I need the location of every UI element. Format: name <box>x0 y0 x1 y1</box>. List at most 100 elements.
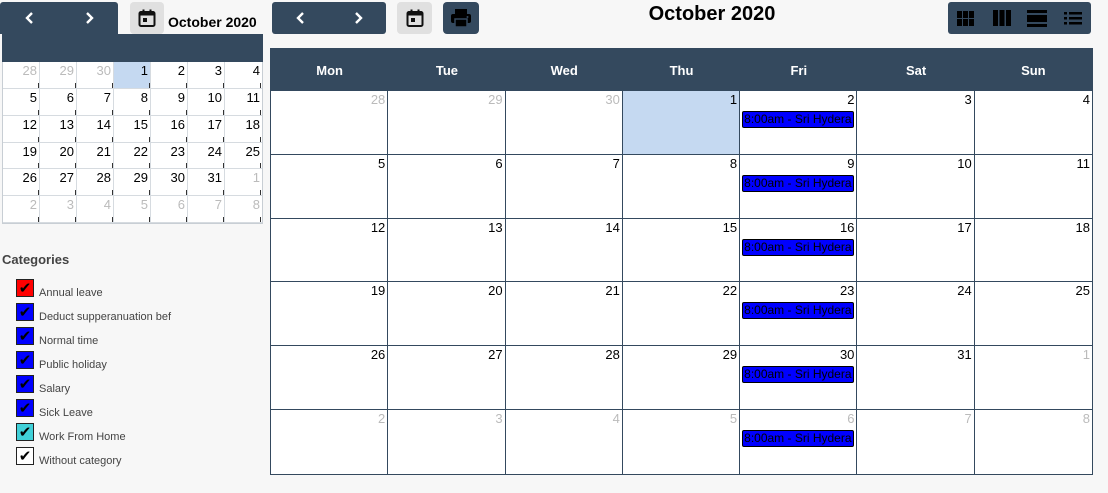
mini-day-cell[interactable]: 31 <box>188 169 225 197</box>
day-cell[interactable]: 16 8:00am - Sri Hydera <box>740 218 858 283</box>
day-cell[interactable]: 17 <box>857 218 975 283</box>
day-cell[interactable]: 5 <box>623 410 741 474</box>
day-cell[interactable]: 18 <box>974 219 1092 283</box>
mini-day-cell[interactable]: 5 <box>114 196 151 223</box>
category-item[interactable]: ✔ Annual leave <box>16 279 171 303</box>
print-button[interactable] <box>443 2 479 34</box>
mini-day-cell[interactable]: 13 <box>40 115 77 143</box>
day-cell[interactable]: 28 <box>271 91 389 155</box>
mini-day-cell[interactable]: 8 <box>225 196 262 223</box>
mini-day-cell[interactable]: 17 <box>188 115 225 143</box>
day-cell[interactable]: 2 <box>271 410 389 474</box>
mini-day-cell[interactable]: 21 <box>77 142 114 170</box>
day-cell[interactable]: 7 <box>857 410 975 474</box>
day-cell[interactable]: 15 <box>622 218 741 283</box>
day-cell[interactable]: 22 <box>622 282 741 347</box>
mini-day-cell[interactable]: 6 <box>151 196 188 223</box>
day-cell[interactable]: 7 <box>505 154 623 219</box>
day-cell[interactable]: 26 <box>271 346 389 411</box>
day-cell[interactable]: 30 8:00am - Sri Hydera <box>740 346 858 411</box>
day-cell[interactable]: 20 <box>388 282 506 347</box>
day-cell[interactable]: 24 <box>857 282 975 347</box>
mini-day-cell[interactable]: 3 <box>188 62 225 89</box>
today-button[interactable] <box>397 2 432 34</box>
day-cell[interactable]: 6 8:00am - Sri Hydera <box>740 410 858 474</box>
day-cell[interactable]: 25 <box>974 282 1092 347</box>
next-month-button[interactable] <box>329 2 386 34</box>
day-cell[interactable]: 21 <box>505 282 623 347</box>
mini-day-cell[interactable]: 15 <box>114 115 151 143</box>
day-cell[interactable]: 23 8:00am - Sri Hydera <box>740 282 858 347</box>
mini-day-cell[interactable]: 20 <box>40 142 77 170</box>
day-cell[interactable]: 4 <box>974 91 1092 155</box>
day-cell[interactable]: 9 8:00am - Sri Hydera <box>740 154 858 219</box>
mini-day-cell[interactable]: 28 <box>77 169 114 197</box>
day-cell[interactable]: 3 <box>857 91 975 155</box>
category-checkbox[interactable]: ✔ <box>16 351 34 369</box>
category-item[interactable]: ✔ Work From Home <box>16 423 171 447</box>
day-cell[interactable]: 6 <box>388 154 506 219</box>
day-cell[interactable]: 28 <box>505 346 623 411</box>
mini-day-cell[interactable]: 3 <box>40 196 77 223</box>
category-checkbox[interactable]: ✔ <box>16 279 34 297</box>
day-cell[interactable]: 8 <box>975 410 1092 474</box>
mini-day-cell[interactable]: 23 <box>151 142 188 170</box>
mini-day-cell[interactable]: 29 <box>40 62 77 89</box>
mini-day-cell[interactable]: 1 <box>225 169 262 197</box>
mini-day-cell[interactable]: 4 <box>77 196 114 223</box>
mini-day-cell[interactable]: 6 <box>40 88 77 116</box>
mini-day-cell[interactable]: 9 <box>151 88 188 116</box>
mini-day-cell[interactable]: 10 <box>188 88 225 116</box>
mini-day-cell[interactable]: 25 <box>225 143 262 170</box>
day-cell[interactable]: 11 <box>974 155 1092 219</box>
day-cell[interactable]: 4 <box>506 410 623 474</box>
category-checkbox[interactable]: ✔ <box>16 447 34 465</box>
day-cell[interactable]: 1 <box>974 346 1092 411</box>
day-cell[interactable]: 10 <box>857 154 975 219</box>
category-item[interactable]: ✔ Sick Leave <box>16 399 171 423</box>
mini-day-cell[interactable]: 29 <box>114 169 151 197</box>
day-cell[interactable]: 12 <box>271 218 389 283</box>
mini-day-cell[interactable]: 24 <box>188 142 225 170</box>
mini-day-cell[interactable]: 27 <box>40 169 77 197</box>
mini-day-cell[interactable]: 8 <box>114 88 151 116</box>
calendar-event[interactable]: 8:00am - Sri Hydera <box>742 238 855 256</box>
day-cell[interactable]: 3 <box>388 410 506 474</box>
day-cell[interactable]: 8 <box>622 154 741 219</box>
category-checkbox[interactable]: ✔ <box>16 303 34 321</box>
mini-day-cell[interactable]: 19 <box>3 142 40 170</box>
mini-day-cell[interactable]: 2 <box>3 196 40 223</box>
mini-day-cell[interactable]: 5 <box>3 88 40 116</box>
mini-today-button[interactable] <box>130 2 164 34</box>
day-cell[interactable]: 29 <box>388 91 506 155</box>
calendar-event[interactable]: 8:00am - Sri Hydera <box>742 111 855 128</box>
calendar-event[interactable]: 8:00am - Sri Hydera <box>742 366 855 384</box>
category-checkbox[interactable]: ✔ <box>16 423 34 441</box>
mini-prev-month-button[interactable] <box>0 2 59 34</box>
mini-day-cell[interactable]: 2 <box>151 62 188 89</box>
day-cell[interactable]: 13 <box>388 218 506 283</box>
mini-day-cell[interactable]: 11 <box>225 89 262 116</box>
day-cell[interactable]: 2 8:00am - Sri Hydera <box>740 91 858 155</box>
mini-day-cell[interactable]: 28 <box>3 62 40 89</box>
mini-day-cell[interactable]: 7 <box>77 88 114 116</box>
category-checkbox[interactable]: ✔ <box>16 327 34 345</box>
category-item[interactable]: ✔ Public holiday <box>16 351 171 375</box>
day-cell[interactable]: 14 <box>505 218 623 283</box>
mini-day-cell[interactable]: 22 <box>114 142 151 170</box>
day-view-button[interactable] <box>1020 2 1056 34</box>
category-item[interactable]: ✔ Normal time <box>16 327 171 351</box>
month-view-button[interactable] <box>948 2 984 34</box>
category-checkbox[interactable]: ✔ <box>16 375 34 393</box>
day-cell[interactable]: 30 <box>505 91 623 155</box>
day-cell[interactable]: 5 <box>271 154 389 219</box>
mini-day-cell[interactable]: 4 <box>225 62 262 89</box>
category-item[interactable]: ✔ Without category <box>16 447 171 471</box>
day-cell[interactable]: 19 <box>271 282 389 347</box>
calendar-event[interactable]: 8:00am - Sri Hydera <box>742 302 855 320</box>
day-cell[interactable]: 31 <box>857 346 975 411</box>
mini-day-cell[interactable]: 26 <box>3 169 40 197</box>
week-view-button[interactable] <box>984 2 1020 34</box>
mini-day-cell[interactable]: 30 <box>77 62 114 89</box>
prev-month-button[interactable] <box>272 2 329 34</box>
